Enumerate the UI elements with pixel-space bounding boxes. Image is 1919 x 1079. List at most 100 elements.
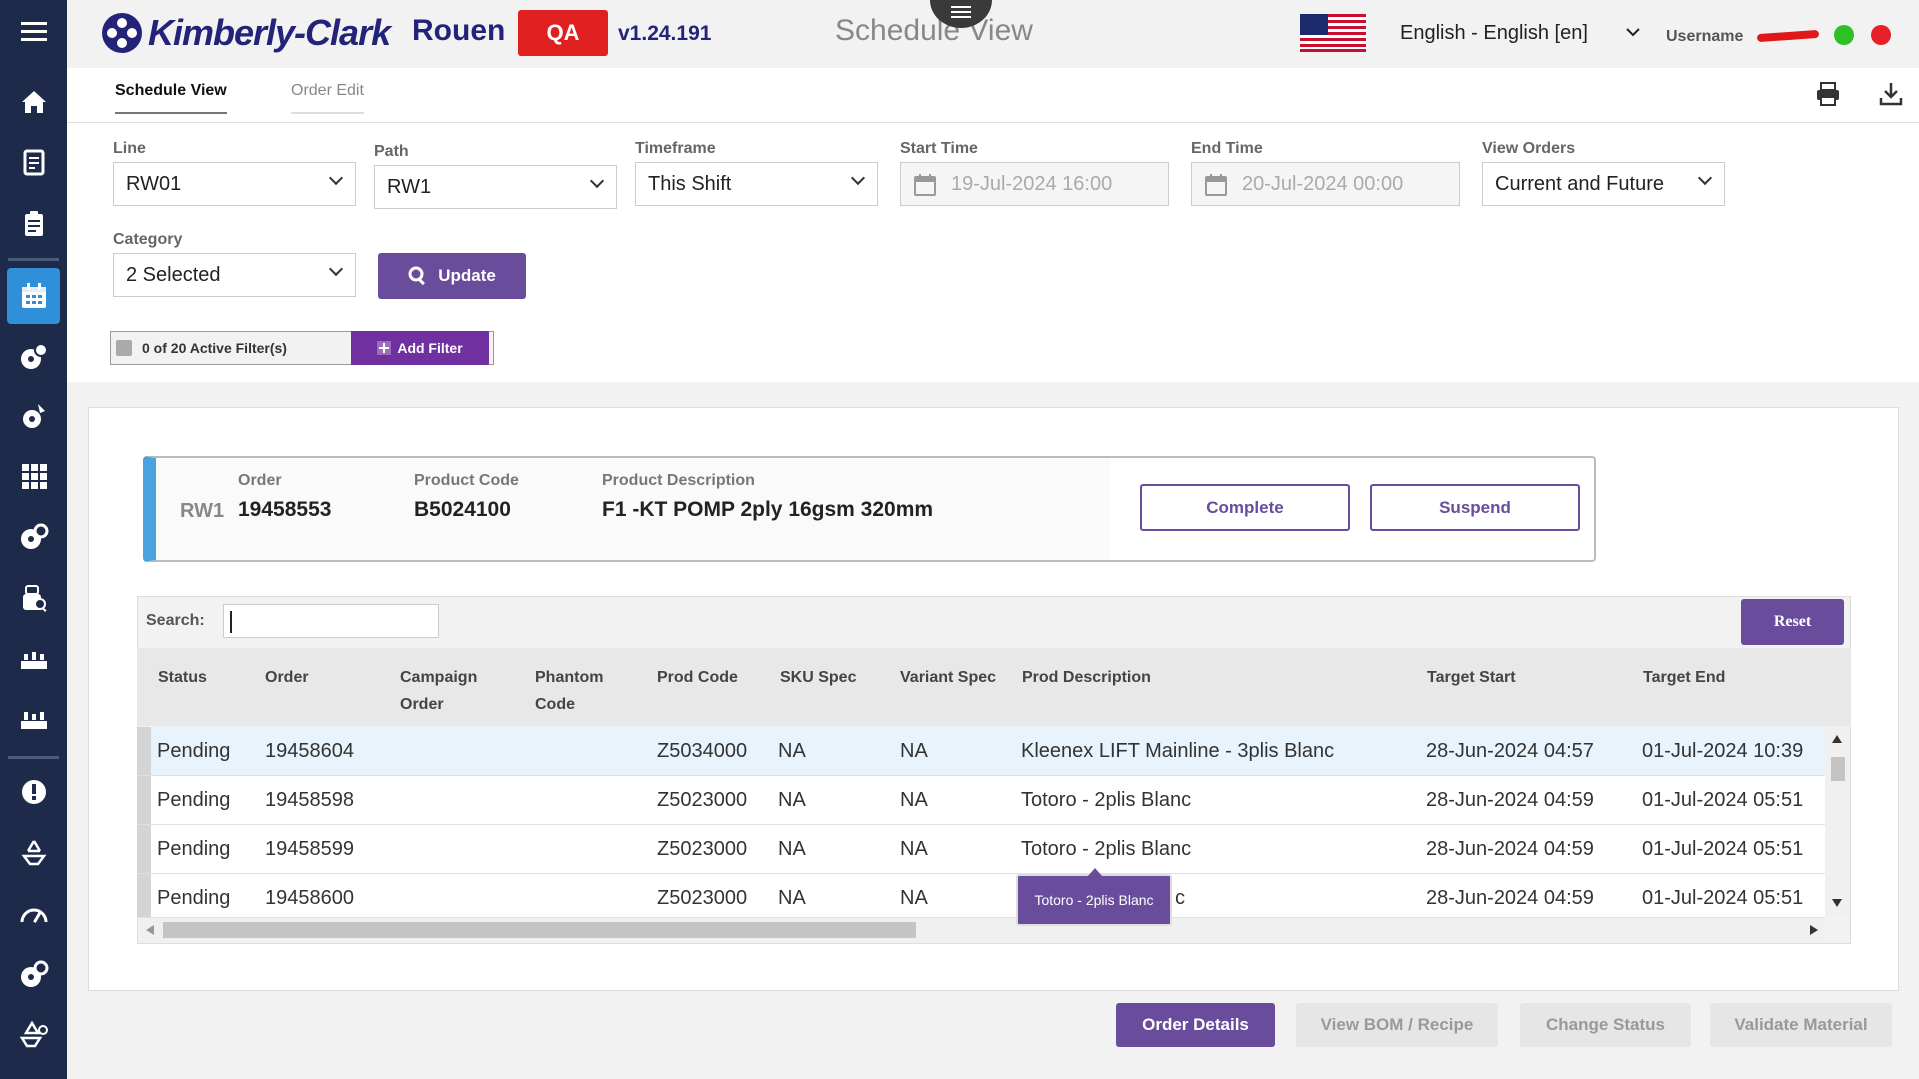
col-campaign-order[interactable]: Campaign Order (400, 664, 477, 718)
suspend-button[interactable]: Suspend (1370, 484, 1580, 531)
inspect-icon[interactable] (0, 570, 67, 626)
category-select-value: 2 Selected (126, 263, 221, 286)
cell-target-end: 01-Jul-2024 05:51 (1642, 887, 1804, 909)
category-label: Category (113, 231, 183, 248)
production-icon[interactable] (0, 328, 67, 384)
table-row[interactable]: Pending 19458598 Z5023000 NA NA Totoro -… (137, 776, 1825, 825)
us-flag-icon[interactable] (1300, 14, 1366, 52)
update-button[interactable]: Update (378, 253, 526, 299)
cell-variant-spec: NA (900, 838, 928, 860)
username[interactable]: Username (1666, 28, 1743, 46)
chevron-down-icon[interactable] (1626, 24, 1640, 42)
complete-button[interactable]: Complete (1140, 484, 1350, 531)
col-prod-code[interactable]: Prod Code (657, 664, 738, 691)
view-bom-recipe-button[interactable]: View BOM / Recipe (1296, 1003, 1498, 1047)
search-label: Search: (146, 612, 205, 629)
line-icon[interactable] (0, 632, 67, 688)
path-select[interactable]: RW1 (374, 165, 617, 209)
search-input[interactable] (223, 604, 439, 638)
row-handle (137, 776, 151, 824)
scroll-left-icon[interactable] (146, 925, 154, 935)
cell-prod-description: Totoro - 2plis Blanc (1021, 838, 1192, 860)
col-prod-description[interactable]: Prod Description (1022, 664, 1151, 691)
cell-order: 19458600 (265, 887, 354, 909)
clipboard-icon[interactable] (0, 196, 67, 252)
validate-material-button[interactable]: Validate Material (1710, 1003, 1892, 1047)
chevron-down-icon (1697, 170, 1713, 186)
status-dot-green (1834, 25, 1854, 45)
view-orders-select[interactable]: Current and Future (1482, 162, 1725, 206)
col-target-end[interactable]: Target End (1643, 664, 1725, 691)
col-phantom-line2: Code (535, 696, 575, 713)
row-handle (137, 874, 151, 917)
chevron-down-icon (850, 170, 866, 186)
page-title: Schedule View (835, 14, 1033, 47)
cell-order: 19458598 (265, 789, 354, 811)
menu-icon[interactable] (0, 4, 67, 60)
tab-order-edit[interactable]: Order Edit (291, 82, 364, 114)
col-target-start[interactable]: Target Start (1427, 664, 1516, 691)
cell-prod-description: Kleenex LIFT Mainline - 3plis Blanc (1021, 740, 1335, 762)
scroll-right-icon[interactable] (1810, 925, 1818, 935)
config-icon[interactable] (0, 946, 67, 1002)
cell-prod-code: Z5023000 (657, 887, 748, 909)
horizontal-scroll-thumb[interactable] (163, 922, 916, 938)
calendar-icon[interactable] (7, 268, 60, 324)
chevron-down-icon[interactable] (116, 340, 132, 356)
view-orders-label: View Orders (1482, 140, 1576, 157)
start-time-field[interactable]: 19-Jul-2024 16:00 (900, 162, 1169, 206)
recycle-icon[interactable] (0, 824, 67, 880)
table-row[interactable]: Pending 19458600 Z5023000 NA NA c 28-Jun… (137, 874, 1825, 918)
scroll-up-icon[interactable] (1832, 735, 1842, 743)
settings-search-icon[interactable] (0, 508, 67, 564)
timeframe-select[interactable]: This Shift (635, 162, 878, 206)
col-sku-spec[interactable]: SKU Spec (780, 664, 856, 691)
view-tabs: Schedule View Order Edit (67, 68, 1919, 123)
category-select[interactable]: 2 Selected (113, 253, 356, 297)
horizontal-scrollbar[interactable] (140, 918, 1825, 942)
end-time-value: 20-Jul-2024 00:00 (1242, 172, 1404, 195)
col-status[interactable]: Status (158, 664, 207, 691)
line-alt-icon[interactable] (0, 692, 67, 748)
cell-prod-description: c (1175, 887, 1185, 909)
add-filter-button[interactable]: Add Filter (351, 331, 489, 365)
line-label: Line (113, 140, 146, 157)
cell-order: 19458604 (265, 740, 354, 762)
cell-variant-spec: NA (900, 887, 928, 909)
plus-icon (377, 341, 392, 355)
order-details-button[interactable]: Order Details (1116, 1003, 1275, 1047)
col-phantom-code[interactable]: Phantom Code (535, 664, 603, 718)
update-label: Update (438, 266, 496, 285)
cell-prod-description: Totoro - 2plis Blanc (1021, 789, 1192, 811)
tab-schedule-view[interactable]: Schedule View (115, 82, 227, 114)
table-row[interactable]: Pending 19458604 Z5034000 NA NA Kleenex … (137, 727, 1825, 776)
active-filters-chip[interactable]: 0 of 20 Active Filter(s) Add Filter (110, 331, 494, 365)
search-icon (408, 266, 426, 286)
gauge-icon[interactable] (0, 886, 67, 942)
download-icon[interactable] (1877, 80, 1905, 108)
cell-variant-spec: NA (900, 740, 928, 762)
reset-button[interactable]: Reset (1741, 599, 1844, 645)
vertical-scrollbar[interactable] (1825, 727, 1849, 917)
home-icon[interactable] (0, 74, 67, 130)
scroll-down-icon[interactable] (1832, 899, 1842, 907)
chevron-down-icon (328, 170, 344, 186)
alert-icon[interactable] (0, 764, 67, 820)
change-status-button[interactable]: Change Status (1520, 1003, 1691, 1047)
table-row[interactable]: Pending 19458599 Z5023000 NA NA Totoro -… (137, 825, 1825, 874)
col-order[interactable]: Order (265, 664, 309, 691)
vertical-scroll-thumb[interactable] (1831, 757, 1845, 781)
language-select[interactable]: English - English [en] (1400, 22, 1588, 45)
orders-icon[interactable] (0, 134, 67, 190)
cell-sku-spec: NA (778, 887, 806, 909)
calendar-icon (914, 174, 936, 196)
print-icon[interactable] (1814, 80, 1842, 108)
product-code-value: B5024100 (414, 498, 511, 521)
quality-icon[interactable] (0, 388, 67, 444)
grid-icon[interactable] (0, 448, 67, 504)
col-variant-spec[interactable]: Variant Spec (900, 664, 996, 691)
end-time-field[interactable]: 20-Jul-2024 00:00 (1191, 162, 1460, 206)
line-select[interactable]: RW01 (113, 162, 356, 206)
recycle-settings-icon[interactable] (0, 1006, 67, 1062)
view-orders-value: Current and Future (1495, 172, 1664, 195)
